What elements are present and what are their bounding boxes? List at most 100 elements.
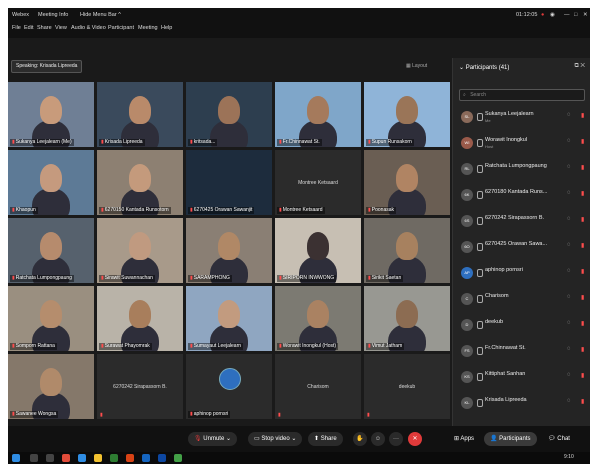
folder-icon[interactable] <box>94 454 102 462</box>
participant-row[interactable]: AP aphinop pornsri ◌ ▮ <box>457 262 587 284</box>
hide-menu-bar-button[interactable]: Hide Menu Bar ^ <box>80 12 121 18</box>
video-tile[interactable]: ▮Vimut Jatham <box>364 286 450 351</box>
tile-name-label: ▮Worawit Inongkul (Host) <box>277 343 339 350</box>
video-tile[interactable]: ▮Worawit Inongkul (Host) <box>275 286 361 351</box>
chrome-icon[interactable] <box>62 454 70 462</box>
muted-mic-icon: ▮ <box>12 207 15 213</box>
end-call-button[interactable]: ✕ <box>408 432 422 446</box>
popout-icon[interactable]: ⧉ <box>574 63 578 69</box>
unmute-button[interactable]: 🎙︎ Unmute ⌄ <box>188 432 238 446</box>
video-tile[interactable]: ▮Sawanee Wongsa <box>8 354 94 419</box>
chevron-down-icon[interactable]: ⌄ <box>459 65 466 71</box>
video-tile[interactable]: ▮kritsada... <box>186 82 272 147</box>
muted-mic-icon[interactable]: ▮ <box>581 138 584 145</box>
menu-edit[interactable]: Edit <box>24 25 33 31</box>
chat-button[interactable]: 💬︎ Chat <box>542 432 576 446</box>
muted-mic-icon[interactable]: ▮ <box>581 346 584 353</box>
video-tile[interactable]: ▮6270425 Orawan Sawanjit <box>186 150 272 215</box>
video-tile[interactable]: ▮Supun Runsakorn <box>364 82 450 147</box>
word-icon[interactable] <box>142 454 150 462</box>
muted-mic-icon[interactable]: ▮ <box>581 372 584 379</box>
muted-mic-icon[interactable]: ▮ <box>581 398 584 405</box>
video-tile[interactable]: ▮Ratchata Lumpongpaung <box>8 218 94 283</box>
tile-name-text: aphinop pornsri <box>193 411 229 417</box>
video-tile[interactable]: deekub ▮ <box>364 354 450 419</box>
video-tile[interactable]: ▮Krisada Lipreeda <box>97 82 183 147</box>
video-tile[interactable]: ▮SIRIPORN INWWONG <box>275 218 361 283</box>
tile-name-label: ▮Sukanya Leejalearn (Me) <box>10 139 74 146</box>
participant-face <box>129 300 151 328</box>
video-tile[interactable]: ▮Somporn Rattana <box>8 286 94 351</box>
participants-button[interactable]: 👤 Participants <box>484 432 537 446</box>
video-tile[interactable]: ▮aphinop pornsri <box>186 354 272 419</box>
search-taskbar-icon[interactable] <box>30 454 38 462</box>
video-tile[interactable]: ▮Fr.Chinnawat St. <box>275 82 361 147</box>
muted-mic-icon[interactable]: ▮ <box>581 112 584 119</box>
muted-mic-icon[interactable]: ▮ <box>581 190 584 197</box>
video-off-icon: ◌ <box>567 398 571 404</box>
close-button[interactable]: ✕ <box>583 12 588 18</box>
video-tile[interactable]: ▮SARAMPHONG <box>186 218 272 283</box>
menu-audio-video[interactable]: Audio & Video <box>71 25 106 31</box>
participant-row[interactable]: Ddeekub ◌ ▮ <box>457 314 587 336</box>
participant-name: 6270180 Kantada Runs... <box>485 189 548 195</box>
participant-search-input[interactable]: ⌕ Search <box>459 89 585 101</box>
video-tile[interactable]: ▮Sirikit Saetan <box>364 218 450 283</box>
close-panel-icon[interactable]: ✕ <box>580 63 585 69</box>
video-tile[interactable]: ▮Sumayaut Leejalearn <box>186 286 272 351</box>
muted-mic-icon[interactable]: ▮ <box>581 320 584 327</box>
excel-icon[interactable] <box>110 454 118 462</box>
stop-video-button[interactable]: ▭ Stop video ⌄ <box>248 432 303 446</box>
maximize-button[interactable]: □ <box>574 12 577 18</box>
menu-help[interactable]: Help <box>161 25 172 31</box>
participant-row[interactable]: FS Fr.Chinnawat St. ◌ ▮ <box>457 340 587 362</box>
menu-share[interactable]: Share <box>37 25 52 31</box>
participant-row[interactable]: SL Sukanya Leejalearn Me ◌ ▮ <box>457 106 587 128</box>
share-button[interactable]: ⬆ Share <box>308 432 343 446</box>
menu-meeting[interactable]: Meeting <box>138 25 158 31</box>
participant-avatar: FS <box>461 345 473 357</box>
participant-row[interactable]: 6S 6270242 Sirapassorn B. ◌ ▮ <box>457 210 587 232</box>
participants-panel-title: ⌄ Participants (41) <box>459 64 509 71</box>
menu-file[interactable]: File <box>12 25 21 31</box>
edge-icon[interactable] <box>78 454 86 462</box>
task-view-icon[interactable] <box>46 454 54 462</box>
video-tile[interactable]: ▮Sirawit Suwannachan <box>97 218 183 283</box>
menu-participant[interactable]: Participant <box>108 25 134 31</box>
muted-mic-icon[interactable]: ▮ <box>581 164 584 171</box>
video-tile[interactable]: Charisom ▮ <box>275 354 361 419</box>
emoji-button[interactable]: ☺ <box>371 432 385 446</box>
tile-name-text: Sukanya Leejalearn (Me) <box>15 139 72 145</box>
menu-view[interactable]: View <box>55 25 67 31</box>
reactions-button[interactable]: ✋ <box>353 432 367 446</box>
video-tile[interactable]: ▮Surawat Phayomrak <box>97 286 183 351</box>
muted-mic-icon[interactable]: ▮ <box>581 294 584 301</box>
webex-taskbar-icon[interactable] <box>158 454 166 462</box>
video-tile[interactable]: 6270242 Sirapassorn B. ▮ <box>97 354 183 419</box>
video-tile[interactable]: ▮Sukanya Leejalearn (Me) <box>8 82 94 147</box>
video-tile[interactable]: ▮6270150 Kantada Runsotorn <box>97 150 183 215</box>
participant-row[interactable]: 6O 6270425 Orawan Sawa... ◌ ▮ <box>457 236 587 258</box>
video-tile[interactable]: Montree Ketsaard ▮Montree Ketsaard <box>275 150 361 215</box>
video-tile[interactable]: ▮Khaopun <box>8 150 94 215</box>
layout-button[interactable]: ▦ Layout <box>406 63 427 69</box>
muted-mic-icon[interactable]: ▮ <box>581 268 584 275</box>
participant-row[interactable]: 6K 6270180 Kantada Runs... ◌ ▮ <box>457 184 587 206</box>
participant-row[interactable]: KS Kittiphat Sanhan ◌ ▮ <box>457 366 587 388</box>
participant-row[interactable]: KL Krisada Lipreeda ◌ ▮ <box>457 392 587 414</box>
people-icon: 👤 <box>490 436 500 442</box>
tile-center-name: 6270242 Sirapassorn B. <box>113 383 167 390</box>
apps-button[interactable]: ⊞ Apps <box>448 432 480 446</box>
participant-row[interactable]: WI Worawit Inongkul Host ◌ ▮ <box>457 132 587 154</box>
start-icon[interactable] <box>12 454 20 462</box>
participant-row[interactable]: C Charisom ◌ ▮ <box>457 288 587 310</box>
muted-mic-icon[interactable]: ▮ <box>581 242 584 249</box>
powerpoint-icon[interactable] <box>126 454 134 462</box>
meeting-info-button[interactable]: Meeting Info <box>38 12 68 18</box>
muted-mic-icon[interactable]: ▮ <box>581 216 584 223</box>
video-tile[interactable]: ▮Poonasak <box>364 150 450 215</box>
minimize-button[interactable]: — <box>564 12 570 18</box>
more-options-button[interactable]: ··· <box>389 432 403 446</box>
participant-row[interactable]: RL Ratchata Lumpongpaung ◌ ▮ <box>457 158 587 180</box>
line-icon[interactable] <box>174 454 182 462</box>
